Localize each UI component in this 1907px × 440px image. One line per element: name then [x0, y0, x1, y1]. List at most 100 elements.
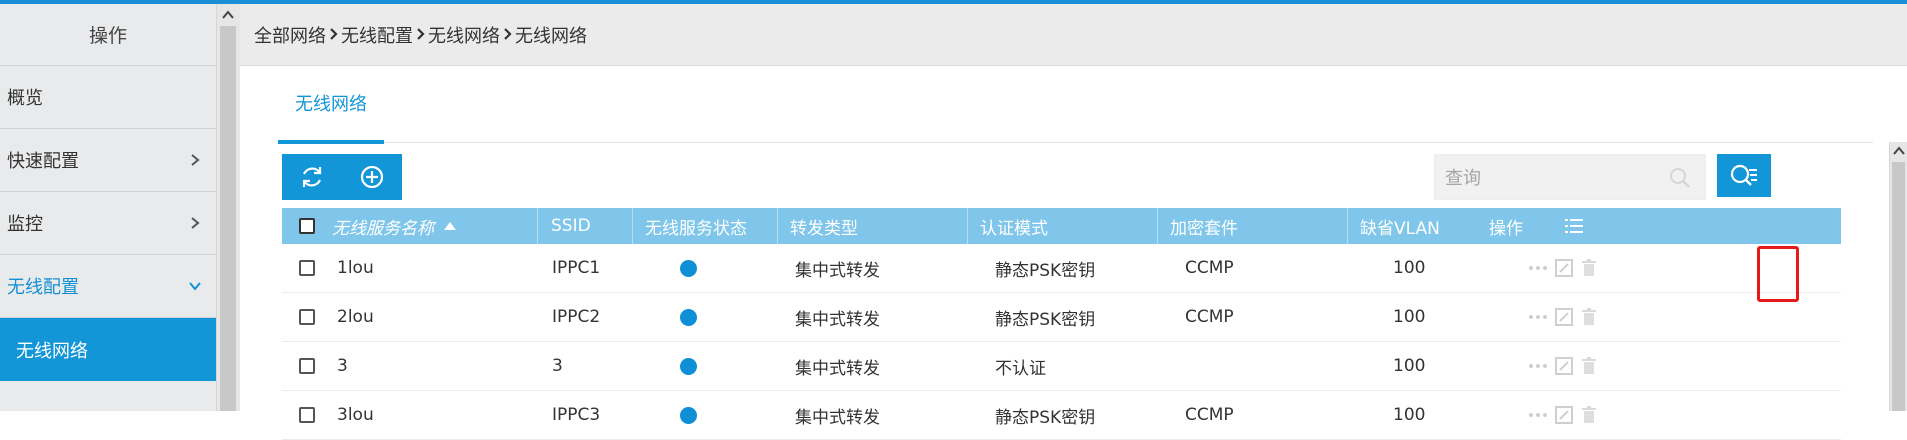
- chevron-right-icon: [503, 24, 512, 45]
- advanced-search-button[interactable]: [1717, 154, 1771, 197]
- tab-bar: 无线网络: [278, 66, 1873, 144]
- row-checkbox[interactable]: [299, 309, 315, 325]
- delete-icon[interactable]: [1581, 357, 1597, 375]
- sort-asc-icon: [444, 222, 456, 230]
- cell-name: 3: [337, 356, 348, 376]
- breadcrumb-item[interactable]: 全部网络: [254, 22, 326, 48]
- refresh-button[interactable]: [282, 154, 342, 200]
- sidebar-item-monitor[interactable]: 监控: [0, 192, 216, 255]
- status-dot: [680, 406, 697, 424]
- sidebar-item-wireless-network[interactable]: 无线网络: [0, 318, 216, 381]
- content-scrollbar[interactable]: [1889, 142, 1907, 411]
- header-label: 转发类型: [790, 218, 858, 239]
- scrollbar-thumb[interactable]: [1892, 162, 1905, 411]
- table-header: 无线服务名称 SSID 无线服务状态 转发类型 认证模式 加密套件 缺省VLAN…: [282, 208, 1841, 244]
- sidebar-item-label: 监控: [7, 214, 43, 235]
- status-dot: [680, 259, 697, 277]
- cell-ssid: IPPC3: [552, 405, 601, 425]
- sidebar-item-label: 无线配置: [7, 277, 79, 298]
- header-label: 认证模式: [980, 218, 1048, 239]
- list-icon: [1565, 219, 1583, 233]
- header-label: SSID: [551, 216, 591, 236]
- header-auth-mode[interactable]: 认证模式: [967, 208, 1157, 244]
- scroll-up-icon[interactable]: [222, 10, 234, 20]
- status-dot: [680, 357, 697, 375]
- delete-icon[interactable]: [1581, 308, 1597, 326]
- header-forward-type[interactable]: 转发类型: [777, 208, 967, 244]
- sidebar-scrollbar[interactable]: [216, 4, 240, 411]
- cell-name: 2lou: [337, 307, 374, 327]
- header-label: 无线服务状态: [645, 218, 747, 239]
- header-select-cell: [299, 208, 315, 244]
- cell-auth-mode: 静态PSK密钥: [995, 309, 1096, 330]
- wireless-network-table: 无线服务名称 SSID 无线服务状态 转发类型 认证模式 加密套件 缺省VLAN…: [282, 208, 1841, 440]
- advanced-search-icon: [1730, 164, 1757, 186]
- breadcrumb: 全部网络 无线配置 无线网络 无线网络: [240, 4, 1907, 66]
- scrollbar-thumb[interactable]: [220, 26, 236, 411]
- header-ssid[interactable]: SSID: [537, 208, 632, 244]
- search-input[interactable]: [1435, 155, 1667, 201]
- row-checkbox[interactable]: [299, 260, 315, 276]
- header-default-vlan[interactable]: 缺省VLAN: [1347, 208, 1467, 244]
- tab-wireless-network[interactable]: 无线网络: [278, 66, 384, 144]
- cell-cipher-suite: CCMP: [1185, 307, 1234, 327]
- breadcrumb-item[interactable]: 无线配置: [341, 22, 413, 48]
- breadcrumb-item: 无线网络: [515, 25, 587, 47]
- cell-auth-mode: 不认证: [995, 358, 1046, 379]
- main-content: 全部网络 无线配置 无线网络 无线网络 无线网络 查询 无线服务名称 SSID …: [240, 4, 1907, 440]
- select-all-checkbox[interactable]: [299, 218, 315, 234]
- breadcrumb-item[interactable]: 无线网络: [428, 22, 500, 48]
- sidebar-title: 操作: [0, 4, 216, 66]
- column-settings-button[interactable]: [1565, 208, 1585, 244]
- header-label: 加密套件: [1170, 218, 1238, 239]
- cell-name: 1lou: [337, 258, 374, 278]
- sidebar-item-quick-config[interactable]: 快速配置: [0, 129, 216, 192]
- table-row[interactable]: 3lou IPPC3 集中式转发 静态PSK密钥 CCMP 100: [282, 391, 1841, 440]
- more-icon[interactable]: [1529, 363, 1547, 369]
- scroll-up-icon[interactable]: [1893, 146, 1905, 156]
- sidebar-item-wireless-config[interactable]: 无线配置: [0, 255, 216, 318]
- edit-icon[interactable]: [1555, 259, 1573, 277]
- sidebar: 操作 概览 快速配置 监控 无线配置 无线网络: [0, 4, 216, 411]
- edit-icon[interactable]: [1555, 357, 1573, 375]
- table-row[interactable]: 3 3 集中式转发 不认证 100: [282, 342, 1841, 391]
- row-checkbox[interactable]: [299, 407, 315, 423]
- cell-ssid: 3: [552, 356, 563, 376]
- header-label: 缺省VLAN: [1360, 218, 1440, 239]
- delete-icon[interactable]: [1581, 259, 1597, 277]
- more-icon[interactable]: [1529, 412, 1547, 418]
- cell-cipher-suite: CCMP: [1185, 258, 1234, 278]
- header-action: 操作: [1467, 208, 1827, 244]
- more-icon[interactable]: [1529, 265, 1547, 271]
- chevron-right-icon: [329, 24, 338, 45]
- cell-auth-mode: 静态PSK密钥: [995, 260, 1096, 281]
- header-label: 无线服务名称: [332, 218, 434, 239]
- chevron-right-icon: [416, 24, 425, 45]
- header-cipher-suite[interactable]: 加密套件: [1157, 208, 1347, 244]
- sidebar-item-label: 无线网络: [16, 340, 88, 362]
- sidebar-item-partial[interactable]: [0, 381, 216, 421]
- cell-ssid: IPPC2: [552, 307, 601, 327]
- cell-name: 3lou: [337, 405, 374, 425]
- table-row[interactable]: 1lou IPPC1 集中式转发 静态PSK密钥 CCMP 100: [282, 244, 1841, 293]
- add-circle-icon: [360, 165, 384, 189]
- add-button[interactable]: [342, 154, 402, 200]
- cell-default-vlan: 100: [1393, 356, 1426, 376]
- sidebar-item-overview[interactable]: 概览: [0, 66, 216, 129]
- chevron-down-icon: [189, 282, 201, 291]
- edit-icon[interactable]: [1555, 406, 1573, 424]
- delete-icon[interactable]: [1581, 406, 1597, 424]
- header-label: 操作: [1489, 218, 1523, 239]
- table-row[interactable]: 2lou IPPC2 集中式转发 静态PSK密钥 CCMP 100: [282, 293, 1841, 342]
- more-icon[interactable]: [1529, 314, 1547, 320]
- row-checkbox[interactable]: [299, 358, 315, 374]
- edit-icon[interactable]: [1555, 308, 1573, 326]
- cell-ssid: IPPC1: [552, 258, 601, 278]
- search-icon[interactable]: [1669, 167, 1691, 189]
- header-status[interactable]: 无线服务状态: [632, 208, 777, 244]
- cell-default-vlan: 100: [1393, 405, 1426, 425]
- cell-forward-type: 集中式转发: [795, 358, 880, 379]
- header-name[interactable]: 无线服务名称: [332, 208, 522, 244]
- chevron-right-icon: [191, 154, 200, 166]
- cell-default-vlan: 100: [1393, 258, 1426, 278]
